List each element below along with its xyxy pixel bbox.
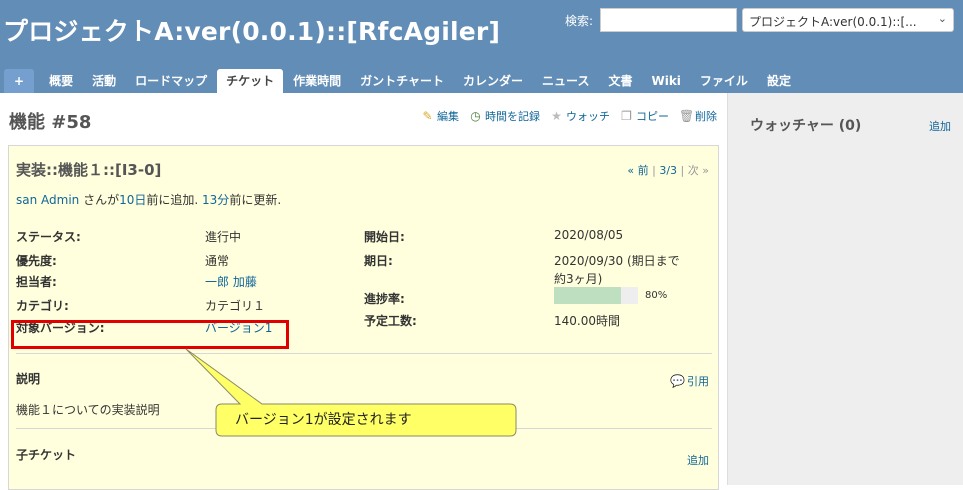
priority-label: 優先度: — [16, 254, 57, 268]
copy-icon: ❐ — [621, 108, 632, 123]
author-text: さんが — [79, 193, 120, 207]
description-text: 機能１についての実装説明 — [16, 403, 160, 417]
search-input[interactable] — [600, 8, 737, 32]
progress-label: 進捗率: — [364, 292, 405, 306]
watchers-title: ウォッチャー (0) — [750, 118, 862, 134]
copy-label: コピー — [636, 110, 669, 123]
estimated-time-label: 予定工数: — [364, 314, 417, 328]
status-label: ステータス: — [16, 230, 81, 244]
issue-pager: « 前 | 3/3 | 次 » — [627, 162, 709, 178]
pencil-icon: ✎ — [422, 108, 433, 123]
category-value: カテゴリ１ — [205, 299, 266, 313]
author-text: 前に更新. — [229, 193, 282, 207]
project-jump-value: プロジェクトA:ver(0.0.1)::[... — [749, 15, 917, 29]
tab-activity[interactable]: 活動 — [83, 69, 125, 93]
prev-link[interactable]: « 前 — [627, 164, 648, 177]
project-jump-select[interactable]: プロジェクトA:ver(0.0.1)::[... ⌄ — [742, 8, 954, 32]
edit-button[interactable]: ✎ 編集 — [421, 108, 459, 124]
watch-button[interactable]: ★ ウォッチ — [550, 108, 610, 124]
estimated-time-value: 140.00時間 — [554, 314, 620, 328]
quote-button[interactable]: 💬 引用 — [670, 373, 709, 389]
tab-overview[interactable]: 概要 — [40, 69, 82, 93]
pager-position[interactable]: 3/3 — [659, 164, 677, 177]
author-link[interactable]: san Admin — [16, 193, 79, 207]
author-line: san Admin さんが10日前に追加. 13分前に更新. — [16, 191, 281, 208]
watch-label: ウォッチ — [566, 110, 610, 123]
tab-wiki[interactable]: Wiki — [642, 69, 689, 93]
subtasks-title: 子チケット — [16, 448, 77, 462]
created-ago-link[interactable]: 10日 — [119, 193, 146, 207]
chevron-down-icon: ⌄ — [937, 12, 947, 25]
tab-roadmap[interactable]: ロードマップ — [126, 69, 216, 93]
next-link: 次 » — [687, 164, 709, 177]
start-date-label: 開始日: — [364, 230, 405, 244]
header: プロジェクトA:ver(0.0.1)::[RfcAgiler] 検索: プロジェ… — [0, 0, 963, 93]
tab-settings[interactable]: 設定 — [758, 69, 800, 93]
start-date-value: 2020/08/05 — [554, 228, 624, 242]
log-time-label: 時間を記録 — [485, 110, 540, 123]
category-label: カテゴリ: — [16, 299, 69, 313]
description-title: 説明 — [16, 372, 41, 386]
trash-icon: 🗑 — [679, 108, 695, 123]
issue-subject: 実装::機能１::[I3-0] — [16, 161, 162, 179]
pager-separator: | — [680, 164, 685, 177]
author-text: 前に追加. — [146, 193, 203, 207]
tab-gantt[interactable]: ガントチャート — [351, 69, 453, 93]
search-label: 検索: — [565, 14, 594, 28]
star-icon: ★ — [551, 108, 562, 123]
add-watcher-link[interactable]: 追加 — [929, 118, 951, 134]
progress-bar — [554, 287, 638, 304]
updated-ago-link[interactable]: 13分 — [202, 193, 229, 207]
quote-label: 引用 — [687, 375, 709, 388]
due-date-remaining: 約3ヶ月) — [554, 272, 603, 286]
tab-documents[interactable]: 文書 — [599, 69, 641, 93]
progress-percent: 80% — [645, 290, 668, 301]
copy-button[interactable]: ❐ コピー — [620, 108, 669, 124]
delete-button[interactable]: 🗑 削除 — [679, 108, 717, 124]
tab-issues[interactable]: チケット — [217, 69, 284, 93]
issue-details: 実装::機能１::[I3-0] « 前 | 3/3 | 次 » san Admi… — [8, 145, 719, 490]
pager-separator: | — [652, 164, 656, 177]
version-highlight-box — [11, 320, 289, 349]
sidebar: ウォッチャー (0) 追加 — [727, 93, 963, 485]
log-time-button[interactable]: ◷ 時間を記録 — [469, 108, 540, 124]
progress-bar-fill — [554, 287, 622, 304]
assignee-label: 担当者: — [16, 275, 57, 289]
due-date-label: 期日: — [364, 254, 393, 268]
add-subtask-link[interactable]: 追加 — [687, 452, 709, 468]
issue-actions: ✎ 編集 ◷ 時間を記録 ★ ウォッチ ❐ コピー 🗑 削除 — [421, 108, 717, 124]
divider — [16, 353, 712, 354]
tab-files[interactable]: ファイル — [691, 69, 757, 93]
tab-new[interactable]: + — [4, 69, 35, 93]
edit-label: 編集 — [437, 110, 459, 123]
main-menu: + 概要 活動 ロードマップ チケット 作業時間 ガントチャート カレンダー ニ… — [4, 68, 801, 93]
status-value: 進行中 — [205, 230, 242, 244]
due-date-value: 2020/09/30 (期日まで — [554, 254, 680, 268]
project-title[interactable]: プロジェクトA:ver(0.0.1)::[RfcAgiler] — [3, 12, 500, 48]
clock-add-icon: ◷ — [470, 108, 481, 123]
page-title: 機能 #58 — [9, 112, 92, 133]
callout-text: バージョン1が設定されます — [235, 412, 412, 428]
tab-time-entries[interactable]: 作業時間 — [284, 69, 350, 93]
tab-calendar[interactable]: カレンダー — [454, 69, 532, 93]
tab-news[interactable]: ニュース — [533, 69, 598, 93]
priority-value: 通常 — [205, 254, 230, 268]
assignee-link[interactable]: 一郎 加藤 — [205, 273, 257, 290]
delete-label: 削除 — [695, 110, 717, 123]
comment-icon: 💬 — [670, 373, 685, 388]
